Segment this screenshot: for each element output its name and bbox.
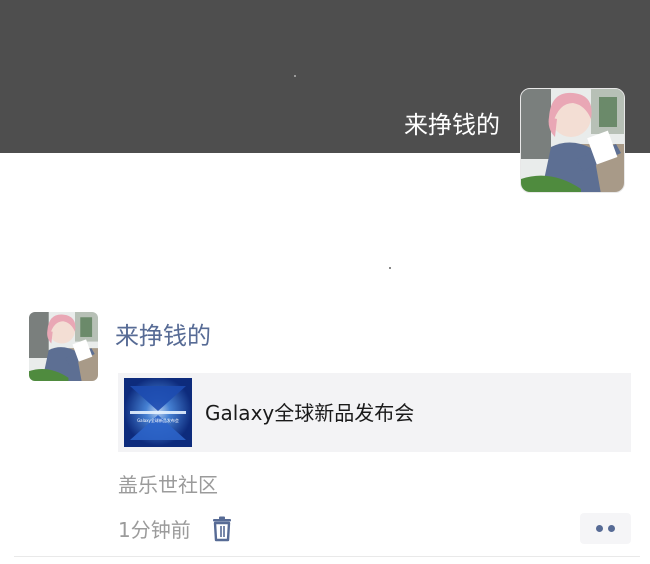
post-avatar[interactable] bbox=[29, 312, 98, 381]
divider bbox=[14, 556, 640, 557]
thumbnail-caption: Galaxy全球新品发布会 bbox=[137, 417, 179, 423]
more-dot-icon bbox=[596, 525, 603, 532]
galaxy-event-thumbnail: Galaxy全球新品发布会 bbox=[124, 378, 192, 447]
more-dot-icon bbox=[608, 525, 615, 532]
moments-page: 来挣钱的 来挣钱的 Galaxy全球新品发布会 Galaxy全球新品发布会 盖乐… bbox=[0, 0, 650, 564]
post-username[interactable]: 来挣钱的 bbox=[115, 320, 211, 352]
cover-avatar[interactable] bbox=[520, 88, 625, 193]
more-options-button[interactable] bbox=[580, 513, 631, 544]
anime-avatar-image bbox=[521, 89, 624, 192]
link-thumbnail: Galaxy全球新品发布会 bbox=[124, 378, 192, 447]
anime-avatar-image bbox=[29, 312, 98, 381]
source-label[interactable]: 盖乐世社区 bbox=[118, 471, 218, 499]
shared-link-card[interactable]: Galaxy全球新品发布会 Galaxy全球新品发布会 bbox=[118, 373, 631, 452]
link-title: Galaxy全球新品发布会 bbox=[205, 401, 415, 425]
cover-username: 来挣钱的 bbox=[404, 111, 500, 139]
post-time: 1分钟前 bbox=[118, 518, 191, 542]
trash-icon[interactable] bbox=[210, 516, 234, 542]
cover-speck bbox=[294, 75, 296, 77]
background-speck bbox=[389, 267, 391, 269]
